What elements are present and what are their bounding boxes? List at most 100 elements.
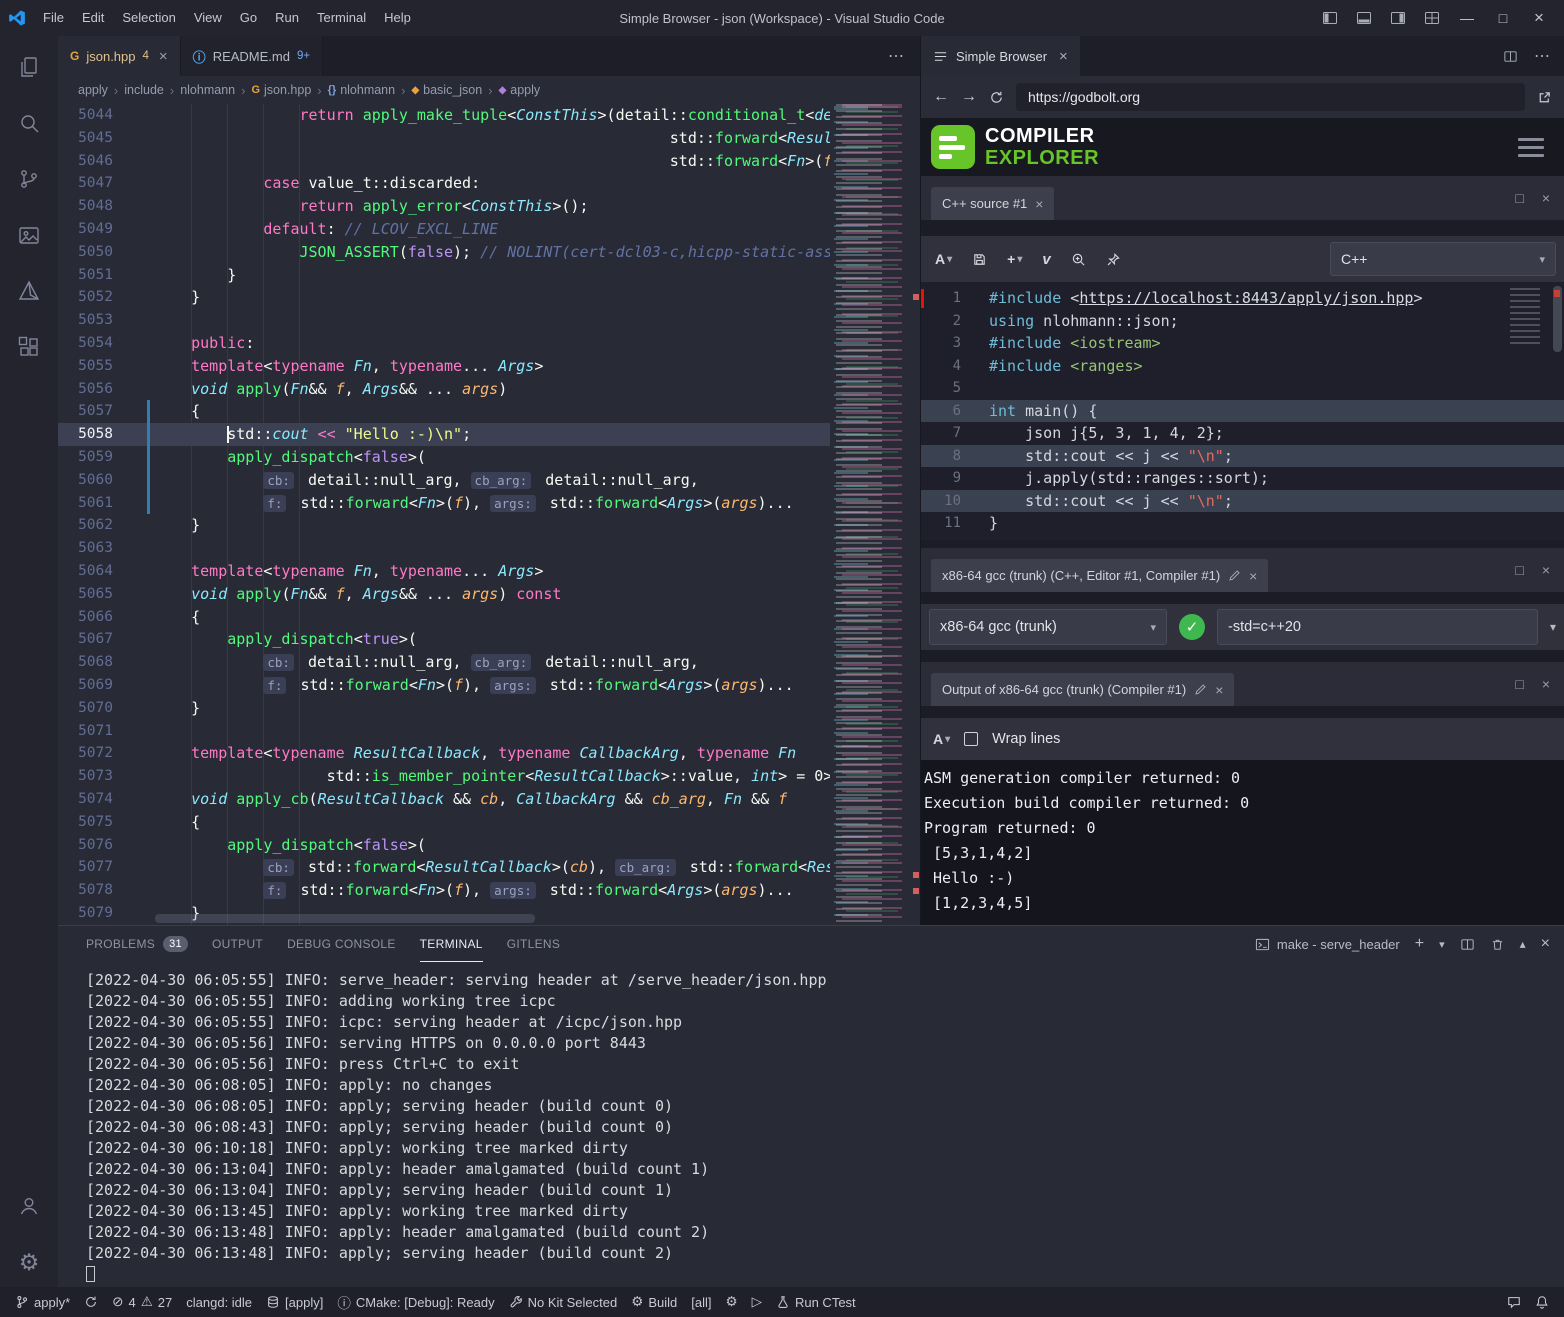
layout-sidebar-icon[interactable]: [1322, 10, 1338, 26]
wrap-lines-checkbox[interactable]: [964, 732, 978, 746]
source-line[interactable]: 2using nlohmann::json;: [921, 310, 1564, 333]
maximize-panel-icon[interactable]: ▴: [1520, 937, 1526, 951]
code-line[interactable]: 5053: [58, 309, 920, 332]
maximize-button[interactable]: □: [1494, 10, 1512, 26]
extensions-icon[interactable]: [5, 322, 53, 372]
code-line[interactable]: 5075 {: [58, 811, 920, 834]
line-number[interactable]: 5070: [58, 697, 155, 720]
compiler-pane-tab[interactable]: x86-64 gcc (trunk) (C++, Editor #1, Comp…: [931, 559, 1268, 592]
line-number[interactable]: 5067: [58, 628, 155, 651]
terminal-dropdown-icon[interactable]: ▾: [1439, 938, 1445, 951]
zoom-icon[interactable]: [1071, 252, 1086, 267]
breadcrumb-item[interactable]: include: [124, 83, 164, 97]
code-line[interactable]: 5056 void apply(Fn&& f, Args&& ... args): [58, 378, 920, 401]
source-line[interactable]: 1#include <https://localhost:8443/apply/…: [921, 287, 1564, 310]
breadcrumb-item[interactable]: Gjson.hpp: [251, 83, 311, 97]
breadcrumb-item[interactable]: apply: [78, 83, 108, 97]
language-select[interactable]: C++ ▾: [1330, 242, 1556, 276]
close-icon[interactable]: ×: [1059, 48, 1068, 65]
line-number[interactable]: 5076: [58, 834, 155, 857]
line-number[interactable]: 5074: [58, 788, 155, 811]
breadcrumb-item[interactable]: ◆apply: [499, 83, 541, 97]
code-line[interactable]: 5046 std::forward<Fn>(f): [58, 150, 920, 173]
breadcrumb-item[interactable]: ◆basic_json: [411, 83, 482, 97]
compiler-options-input[interactable]: -std=c++20: [1217, 609, 1538, 645]
code-line[interactable]: 5047 case value_t::discarded:: [58, 172, 920, 195]
code-line[interactable]: 5071: [58, 720, 920, 743]
panel-tab-output[interactable]: OUTPUT: [212, 926, 263, 962]
layout-panel-icon[interactable]: [1356, 10, 1372, 26]
line-number[interactable]: 5044: [58, 104, 155, 127]
code-line[interactable]: 5052 }: [58, 286, 920, 309]
line-number[interactable]: 5052: [58, 286, 155, 309]
line-number[interactable]: 5048: [58, 195, 155, 218]
code-line[interactable]: 5076 apply_dispatch<false>(: [58, 834, 920, 857]
hamburger-menu-icon[interactable]: [1518, 138, 1544, 157]
publish[interactable]: [77, 1287, 105, 1317]
code-line[interactable]: 5067 apply_dispatch<true>(: [58, 628, 920, 651]
save-icon[interactable]: [972, 252, 987, 267]
line-number[interactable]: 5073: [58, 765, 155, 788]
breadcrumb-item[interactable]: {}nlohmann: [328, 83, 395, 97]
compiler-select[interactable]: x86-64 gcc (trunk) ▾: [929, 609, 1167, 645]
line-number[interactable]: 5053: [58, 309, 155, 332]
line-number[interactable]: 5050: [58, 241, 155, 264]
source-line[interactable]: 10 std::cout << j << "\n";: [921, 490, 1564, 513]
breadcrumb-item[interactable]: nlohmann: [180, 83, 235, 97]
code-line[interactable]: 5050 JSON_ASSERT(false); // NOLINT(cert-…: [58, 241, 920, 264]
kill-terminal-icon[interactable]: [1490, 937, 1505, 952]
line-number[interactable]: 5078: [58, 879, 155, 902]
more-actions-icon[interactable]: ⋯: [872, 36, 920, 76]
code-line[interactable]: 5044 return apply_make_tuple<ConstThis>(…: [58, 104, 920, 127]
explorer-icon[interactable]: [5, 42, 53, 92]
code-line[interactable]: 5045 std::forward<Result: [58, 127, 920, 150]
source-line[interactable]: 7 json j{5, 3, 1, 4, 2};: [921, 422, 1564, 445]
split-editor-icon[interactable]: [1503, 49, 1518, 64]
line-number[interactable]: 5054: [58, 332, 155, 355]
source-line[interactable]: 4#include <ranges>: [921, 355, 1564, 378]
code-line[interactable]: 5078 f: std::forward<Fn>(f), args: std::…: [58, 879, 920, 902]
menu-file[interactable]: File: [34, 0, 73, 36]
source-line[interactable]: 6int main() {: [921, 400, 1564, 423]
clangd-status[interactable]: clangd: idle: [179, 1287, 259, 1317]
forward-icon[interactable]: →: [961, 88, 977, 106]
panel-tab-debug-console[interactable]: DEBUG CONSOLE: [287, 926, 396, 962]
code-line[interactable]: 5068 cb: detail::null_arg, cb_arg: detai…: [58, 651, 920, 674]
run-ctest[interactable]: Run CTest: [769, 1287, 863, 1317]
panel-tab-terminal[interactable]: TERMINAL: [420, 926, 483, 962]
editor-tab-readme.md[interactable]: ⓘREADME.md9+: [181, 36, 323, 76]
add-pane-button[interactable]: +▾: [1007, 251, 1022, 267]
code-editor[interactable]: 5044 return apply_make_tuple<ConstThis>(…: [58, 104, 920, 925]
image-preview-icon[interactable]: [5, 210, 53, 260]
menu-go[interactable]: Go: [231, 0, 266, 36]
line-number[interactable]: 5060: [58, 469, 155, 492]
source-line[interactable]: 5: [921, 377, 1564, 400]
code-line[interactable]: 5058 std::cout << "Hello :-)\n";: [58, 423, 920, 446]
line-number[interactable]: 5057: [58, 400, 155, 423]
code-line[interactable]: 5070 }: [58, 697, 920, 720]
cmake-build[interactable]: ⚙Build: [624, 1287, 684, 1317]
reload-icon[interactable]: [989, 90, 1004, 105]
line-number[interactable]: 5063: [58, 537, 155, 560]
vim-toggle[interactable]: v: [1042, 251, 1050, 268]
close-pane-icon[interactable]: ×: [1542, 676, 1550, 692]
cmake-icon[interactable]: [5, 266, 53, 316]
line-number[interactable]: 5062: [58, 514, 155, 537]
url-input[interactable]: https://godbolt.org: [1016, 83, 1525, 111]
line-number[interactable]: 5064: [58, 560, 155, 583]
code-line[interactable]: 5063: [58, 537, 920, 560]
pin-icon[interactable]: [1106, 252, 1121, 267]
debug-button[interactable]: ⚙: [718, 1287, 744, 1317]
close-pane-icon[interactable]: ×: [1542, 190, 1550, 206]
scrollbar[interactable]: [1553, 286, 1562, 352]
panel-tab-gitlens[interactable]: GITLENS: [507, 926, 560, 962]
code-line[interactable]: 5059 apply_dispatch<false>(: [58, 446, 920, 469]
minimize-button[interactable]: —: [1458, 10, 1476, 26]
code-line[interactable]: 5061 f: std::forward<Fn>(f), args: std::…: [58, 492, 920, 515]
accounts-icon[interactable]: [5, 1181, 53, 1231]
source-line[interactable]: 11}: [921, 512, 1564, 535]
code-line[interactable]: 5072 template<typename ResultCallback, t…: [58, 742, 920, 765]
line-number[interactable]: 5056: [58, 378, 155, 401]
line-number[interactable]: 5045: [58, 127, 155, 150]
libraries-dropdown-icon[interactable]: ▾: [1550, 620, 1556, 634]
